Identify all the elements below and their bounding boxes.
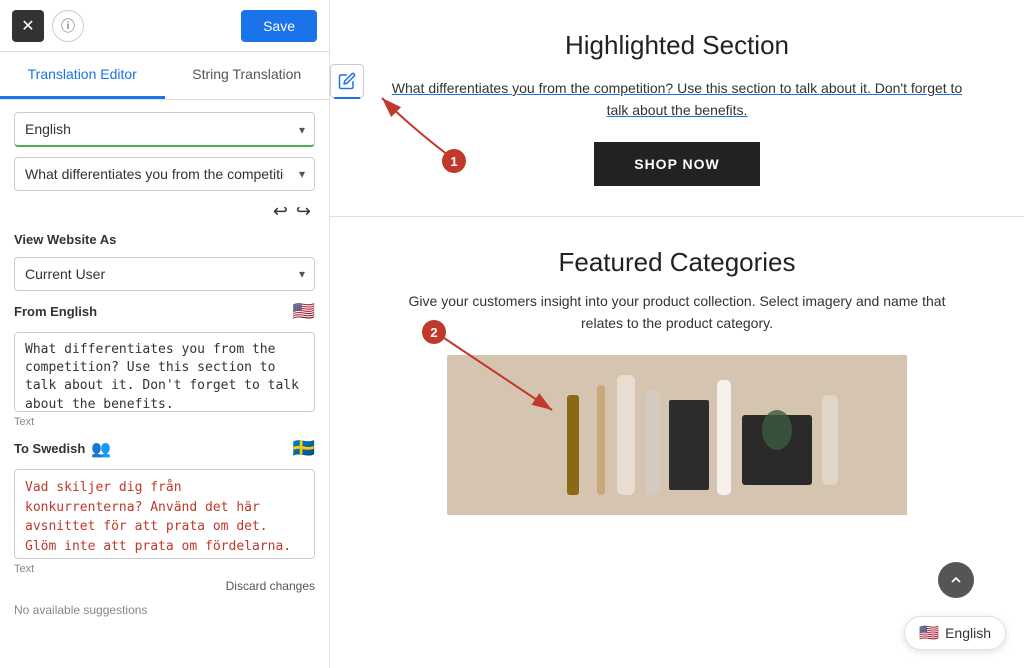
arrow-2-svg [372, 310, 572, 430]
to-swedish-header: To Swedish 👥 🇸🇪 [14, 438, 315, 459]
save-button[interactable]: Save [241, 10, 317, 42]
shop-now-button[interactable]: SHOP NOW [594, 142, 760, 186]
language-badge-flag: 🇺🇸 [919, 623, 939, 643]
featured-section: Featured Categories Give your customers … [330, 217, 1024, 545]
language-select-wrapper: English Swedish French ▾ [14, 112, 315, 147]
no-suggestions: No available suggestions [14, 603, 315, 617]
view-as-label: View Website As [14, 232, 315, 247]
from-english-header: From English 🇺🇸 [14, 301, 315, 322]
undo-button[interactable]: ↩ [273, 201, 288, 222]
pencil-icon [338, 72, 356, 90]
close-button[interactable]: ✕ [12, 10, 44, 42]
from-english-label: From English [14, 304, 97, 319]
header-bar: ✕ ⓘ Save [0, 0, 329, 52]
to-swedish-left: To Swedish 👥 [14, 439, 111, 459]
redo-button[interactable]: ↪ [296, 201, 311, 222]
from-english-textarea[interactable] [14, 332, 315, 412]
string-select[interactable]: What differentiates you from the competi… [14, 157, 315, 191]
to-swedish-label: To Swedish [14, 441, 85, 456]
badge-2: 2 [422, 320, 446, 344]
badge-1: 1 [442, 149, 466, 173]
featured-title: Featured Categories [370, 247, 984, 278]
tab-bar: Translation Editor String Translation [0, 52, 329, 100]
from-english-type: Text [14, 416, 315, 428]
language-badge[interactable]: 🇺🇸 English [904, 616, 1006, 650]
discard-button[interactable]: Discard changes [226, 579, 315, 593]
language-badge-label: English [945, 625, 991, 641]
us-flag: 🇺🇸 [293, 301, 315, 322]
left-panel: ✕ ⓘ Save Translation Editor String Trans… [0, 0, 330, 668]
tab-string-translation[interactable]: String Translation [165, 52, 330, 99]
scroll-up-button[interactable] [938, 562, 974, 598]
edit-pencil-button[interactable] [330, 64, 364, 98]
language-select[interactable]: English Swedish French [14, 112, 315, 147]
arrow-1-svg [372, 88, 492, 168]
panel-body: English Swedish French ▾ What differenti… [0, 100, 329, 668]
to-swedish-textarea[interactable] [14, 469, 315, 559]
view-as-select[interactable]: Current User Guest Admin [14, 257, 315, 291]
chevron-up-icon [948, 572, 964, 588]
swedish-flag: 🇸🇪 [293, 438, 315, 459]
collaborators-icon: 👥 [91, 439, 111, 459]
highlighted-title: Highlighted Section [370, 30, 984, 61]
string-select-wrapper: What differentiates you from the competi… [14, 157, 315, 191]
info-button[interactable]: ⓘ [52, 10, 84, 42]
right-panel: Highlighted Section What differentiates … [330, 0, 1024, 668]
undo-redo-bar: ↩ ↪ [14, 201, 315, 222]
view-as-select-wrapper: Current User Guest Admin ▾ [14, 257, 315, 291]
tab-translation-editor[interactable]: Translation Editor [0, 52, 165, 99]
discard-row: Discard changes [14, 579, 315, 593]
to-swedish-type: Text [14, 563, 315, 575]
annotation-1: 1 [372, 88, 492, 173]
annotation-2: 2 [372, 310, 572, 435]
highlighted-section: Highlighted Section What differentiates … [330, 0, 1024, 217]
